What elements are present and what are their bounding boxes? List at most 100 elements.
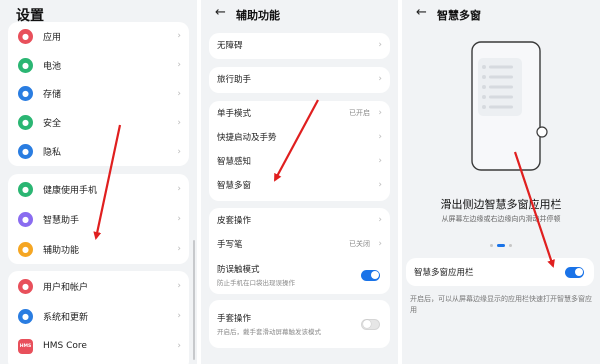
settings-item[interactable]: ● 用户和帐户 › (8, 271, 189, 301)
item-text: 防误触模式防止手机在口袋出现误操作 (217, 263, 295, 287)
feature-description: 从屏幕左边缘或右边缘向内滑动并停顿 (441, 215, 561, 223)
settings-group-3: ● 用户和帐户 › ● 系统和更新 › HMS HMS Core › (8, 271, 189, 364)
scrollbar[interactable] (193, 240, 195, 360)
security-icon: ● (18, 115, 33, 131)
privacy-icon: ● (18, 144, 33, 160)
accessibility-icon: ● (18, 241, 33, 257)
item-subtitle: 开启后，戴手套滑动屏幕触发该模式 (217, 328, 321, 336)
settings-item[interactable]: ● 隐私 › (8, 137, 189, 166)
page-title: 辅助功能 (236, 9, 280, 22)
chevron-right-icon: › (378, 74, 382, 84)
item-text: 手套操作开启后，戴手套滑动屏幕触发该模式 (217, 312, 321, 336)
item-text: 无障碍 (217, 39, 243, 51)
item-text: 单手模式 (217, 107, 251, 119)
chevron-right-icon: › (177, 341, 181, 351)
settings-item[interactable]: HMS HMS Core › (8, 331, 189, 361)
card-gestures: 单手模式 已开启 › 快捷启动及手势 › 智慧感知 › 智慧多窗 › (209, 101, 390, 201)
item-text: 手写笔 (217, 238, 243, 250)
settings-item[interactable]: ● 安全 › (8, 108, 189, 137)
hms-icon: HMS (18, 338, 33, 354)
accessibility-item[interactable]: 单手模式 已开启 › (209, 101, 390, 125)
accessibility-item[interactable]: 智慧多窗 › (209, 173, 390, 197)
card-gloves: 手套操作开启后，戴手套滑动屏幕触发该模式 (209, 300, 390, 348)
system-icon: ● (18, 308, 33, 324)
accessibility-panel: ← 辅助功能 无障碍 › 旅行助手 › 单手模式 已开启 › 快捷启动及手势 › 智慧感知 › 智… (201, 0, 398, 364)
chevron-right-icon: › (177, 244, 181, 254)
card-cover: 皮套操作 › 手写笔 已关闭 › 防误触模式防止手机在口袋出现误操作 (209, 208, 390, 294)
item-text: 智慧多窗 (217, 179, 251, 191)
chevron-right-icon: › (177, 60, 181, 71)
chevron-right-icon: › (177, 214, 181, 224)
chevron-right-icon: › (177, 184, 181, 194)
page-indicator (490, 244, 512, 247)
settings-item[interactable]: ● 电池 › (8, 51, 189, 80)
item-label: 智慧感知 (217, 157, 252, 167)
settings-item[interactable]: ● 应用 › (8, 22, 189, 51)
item-text: 快捷启动及手势 (217, 131, 277, 143)
accessibility-item[interactable]: 旅行助手 › (209, 67, 390, 91)
accessibility-item[interactable]: 手写笔 已关闭 › (209, 232, 390, 256)
item-label: 智慧多窗 (217, 181, 252, 191)
item-label: 皮套操作 (217, 216, 252, 226)
item-text: 旅行助手 (217, 73, 251, 85)
settings-item-label: 电池 (43, 61, 62, 72)
smart-assistant-icon: ● (18, 211, 33, 227)
multi-window-toggle[interactable] (565, 266, 584, 278)
apps-icon: ● (18, 28, 33, 44)
user-icon: ● (18, 278, 33, 294)
settings-item-label: 用户和帐户 (43, 282, 89, 293)
chevron-right-icon: › (177, 311, 181, 321)
accessibility-item[interactable]: 无障碍 › (209, 33, 390, 57)
chevron-right-icon: › (177, 281, 181, 291)
item-label: 旅行助手 (217, 75, 252, 85)
chevron-right-icon: › (378, 215, 382, 225)
settings-item-label: 应用 (43, 32, 62, 43)
settings-item[interactable]: ● 存储 › (8, 80, 189, 109)
accessibility-item[interactable]: 皮套操作 › (209, 208, 390, 232)
settings-group-1: ● 应用 › ● 电池 › ● 存储 › ● 安全 › ● 隐私 › (8, 22, 189, 166)
settings-item[interactable]: ● 辅助功能 › (8, 234, 189, 264)
toggle-switch[interactable] (361, 318, 380, 330)
footer-note: 开启后，可以从屏幕边缘显示的应用栏快速打开智慧多窗应用 (410, 295, 592, 314)
settings-item[interactable]: ● 智慧助手 › (8, 204, 189, 234)
accessibility-item[interactable]: 快捷启动及手势 › (209, 125, 390, 149)
setting-card: 智慧多窗应用栏 (406, 258, 594, 286)
chevron-right-icon: › (378, 108, 382, 118)
accessibility-item[interactable]: 手套操作开启后，戴手套滑动屏幕触发该模式 (209, 300, 390, 348)
item-label: 防误触模式 (217, 265, 260, 275)
chevron-right-icon: › (378, 180, 382, 190)
settings-item[interactable]: ● 系统和更新 › (8, 301, 189, 331)
back-arrow-icon[interactable]: ← (215, 5, 226, 20)
accessibility-item[interactable]: 防误触模式防止手机在口袋出现误操作 (209, 256, 390, 294)
settings-item-label: 存储 (43, 90, 62, 101)
settings-item-label: 健康使用手机 (43, 185, 98, 196)
chevron-right-icon: › (177, 31, 181, 42)
accessibility-item[interactable]: 智慧感知 › (209, 149, 390, 173)
settings-group-2: ● 健康使用手机 › ● 智慧助手 › ● 辅助功能 › (8, 174, 189, 264)
item-label: 手写笔 (217, 240, 243, 250)
back-arrow-icon[interactable]: ← (416, 5, 427, 20)
settings-item-label: HMS Core (43, 341, 87, 351)
card-travel: 旅行助手 › (209, 67, 390, 93)
phone-illustration (471, 41, 548, 171)
card-no-barrier: 无障碍 › (209, 33, 390, 59)
settings-panel: 设置 ● 应用 › ● 电池 › ● 存储 › ● 安全 › ● 隐私 › ● 健康使用手机 › ● 智慧助手 › ● 辅… (0, 0, 197, 364)
chevron-right-icon: › (378, 132, 382, 142)
item-label: 无障碍 (217, 41, 243, 51)
item-subtitle: 防止手机在口袋出现误操作 (217, 279, 295, 287)
storage-icon: ● (18, 86, 33, 102)
feature-title: 滑出侧边智慧多窗应用栏 (440, 198, 562, 211)
chevron-right-icon: › (378, 156, 382, 166)
chevron-right-icon: › (177, 88, 181, 99)
item-label: 手套操作 (217, 314, 252, 324)
settings-item-label: 隐私 (43, 148, 62, 159)
item-status: 已关闭 (349, 240, 370, 248)
toggle-switch[interactable] (361, 269, 380, 281)
chevron-right-icon: › (177, 146, 181, 157)
settings-item[interactable]: ● 健康使用手机 › (8, 174, 189, 204)
settings-item-label: 系统和更新 (43, 312, 89, 323)
chevron-right-icon: › (378, 239, 382, 249)
battery-icon: ● (18, 57, 33, 73)
chevron-right-icon: › (177, 117, 181, 128)
settings-item-label: 辅助功能 (43, 245, 80, 256)
